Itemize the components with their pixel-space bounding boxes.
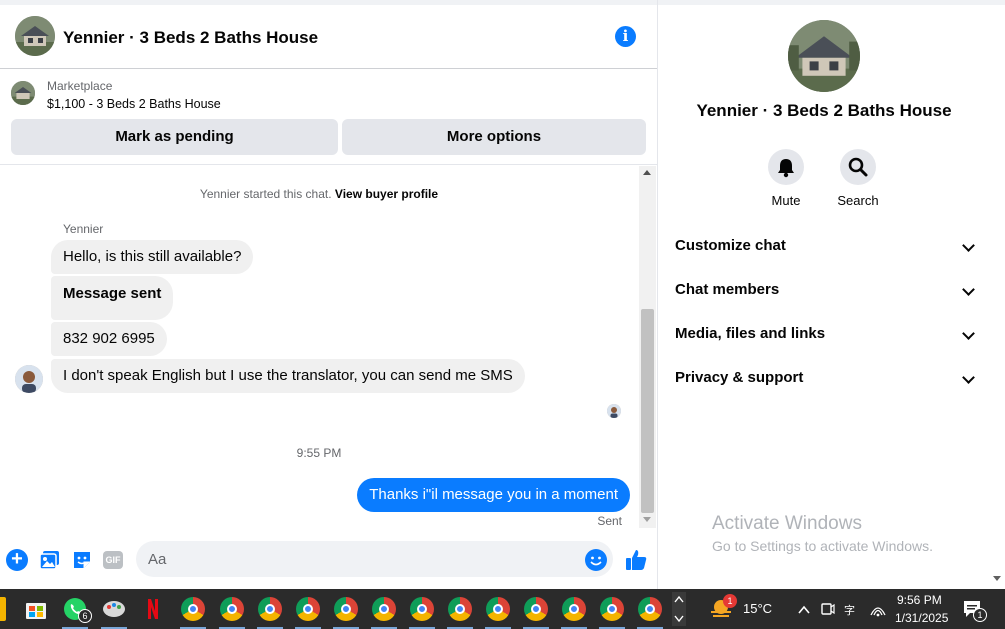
sender-avatar[interactable]: [15, 365, 43, 393]
thumbs-up-icon[interactable]: [624, 548, 648, 572]
whatsapp-icon[interactable]: 6: [63, 597, 92, 623]
message-bubble[interactable]: Hello, is this still available?: [51, 240, 254, 274]
meet-icon[interactable]: [820, 597, 836, 621]
message-bubble[interactable]: I don't speak English but I use the tran…: [51, 359, 525, 393]
message-list: Yennier started this chat. View buyer pr…: [0, 166, 638, 534]
taskbar-scroll[interactable]: [672, 592, 686, 626]
activate-windows-subtitle: Go to Settings to activate Windows.: [712, 538, 933, 554]
listing-title[interactable]: $1,100 - 3 Beds 2 Baths House: [47, 97, 221, 111]
time-separator: 9:55 PM: [296, 446, 342, 460]
scroll-thumb[interactable]: [641, 309, 654, 513]
netflix-icon[interactable]: [141, 597, 165, 621]
chrome-icon[interactable]: [410, 597, 434, 621]
chevron-down-icon: [962, 239, 975, 252]
weather-badge: 1: [723, 594, 737, 608]
page-scrollbar[interactable]: [989, 5, 1005, 589]
scroll-down-arrow-icon[interactable]: [643, 517, 651, 522]
whatsapp-badge: 6: [78, 609, 92, 623]
message-composer: + GIF: [0, 537, 657, 585]
chrome-icon[interactable]: [600, 597, 624, 621]
activate-windows-title: Activate Windows: [712, 513, 862, 534]
scroll-down-arrow-icon[interactable]: [993, 576, 1001, 581]
listing-thumbnail[interactable]: [11, 81, 35, 105]
read-receipt-avatar: [607, 404, 621, 418]
section-privacy-support[interactable]: Privacy & support: [675, 369, 975, 393]
info-icon[interactable]: i: [615, 26, 636, 47]
section-label: Privacy & support: [675, 369, 804, 386]
svg-text:字: 字: [844, 603, 855, 617]
search-label: Search: [837, 193, 879, 208]
message-bubble[interactable]: 832 902 6995: [51, 322, 167, 356]
screen: Yennier · 3 Beds 2 Baths House i Marketp…: [0, 0, 1005, 629]
profile-title: Yennier · 3 Beds 2 Baths House: [696, 101, 952, 120]
chrome-icon[interactable]: [258, 597, 282, 621]
section-customize-chat[interactable]: Customize chat: [675, 237, 975, 261]
mute-action[interactable]: Mute: [754, 149, 818, 208]
chrome-icon[interactable]: [562, 597, 586, 621]
chevron-down-icon: [962, 327, 975, 340]
my-message-bubble[interactable]: Thanks i"il message you in a moment: [357, 478, 630, 512]
chevron-up-icon[interactable]: [796, 597, 812, 621]
chrome-icon[interactable]: [524, 597, 548, 621]
started-text: Yennier started this chat.: [199, 187, 332, 201]
view-buyer-profile-link[interactable]: View buyer profile: [335, 187, 438, 201]
chat-title[interactable]: Yennier · 3 Beds 2 Baths House: [63, 28, 318, 48]
message-scrollbar[interactable]: [639, 166, 656, 528]
section-label: Customize chat: [675, 237, 786, 254]
plus-icon[interactable]: +: [6, 549, 28, 571]
chrome-icon[interactable]: [372, 597, 396, 621]
chrome-icon[interactable]: [448, 597, 472, 621]
chevron-down-icon: [962, 371, 975, 384]
chat-info-panel: Yennier · 3 Beds 2 Baths House Mute Sear…: [659, 5, 989, 589]
paint-icon[interactable]: [102, 597, 126, 621]
windows-taskbar: 6 1 15°C 字 9:56 PM 1/31/2025 1: [0, 589, 1005, 629]
store-icon[interactable]: [24, 597, 48, 621]
profile-avatar[interactable]: [788, 20, 860, 92]
marketplace-label: Marketplace: [47, 79, 113, 93]
scroll-up-arrow-icon[interactable]: [643, 170, 651, 175]
chat-panel: Yennier · 3 Beds 2 Baths House i Marketp…: [0, 0, 658, 589]
chrome-icon[interactable]: [296, 597, 320, 621]
chat-header: Yennier · 3 Beds 2 Baths House i: [0, 5, 657, 69]
message-input[interactable]: [136, 541, 613, 577]
chrome-icon[interactable]: [638, 597, 662, 621]
clock-time[interactable]: 9:56 PM: [897, 593, 942, 607]
search-icon[interactable]: [840, 149, 876, 185]
search-action[interactable]: Search: [826, 149, 890, 208]
clock-date[interactable]: 1/31/2025: [895, 611, 948, 625]
chat-started-notice: Yennier started this chat. View buyer pr…: [0, 187, 638, 201]
listing-avatar[interactable]: [15, 16, 55, 56]
emoji-icon[interactable]: [585, 549, 607, 571]
section-label: Chat members: [675, 281, 780, 298]
chrome-icon[interactable]: [220, 597, 244, 621]
chrome-icon[interactable]: [334, 597, 358, 621]
notification-icon[interactable]: 1: [961, 597, 987, 622]
chrome-icon[interactable]: [181, 597, 205, 621]
sticker-icon[interactable]: [71, 549, 93, 571]
section-media-files-links[interactable]: Media, files and links: [675, 325, 975, 349]
wifi-icon[interactable]: [869, 597, 887, 621]
mark-as-pending-button[interactable]: Mark as pending: [11, 119, 338, 155]
photo-icon[interactable]: [39, 549, 61, 571]
gif-icon[interactable]: GIF: [103, 551, 123, 569]
chrome-icon[interactable]: [486, 597, 510, 621]
file-explorer-icon[interactable]: [0, 597, 6, 621]
weather-icon[interactable]: 1: [709, 594, 737, 621]
section-label: Media, files and links: [675, 325, 826, 342]
message-bubble[interactable]: Message sent: [51, 276, 174, 320]
language-icon[interactable]: 字: [843, 597, 861, 621]
temperature[interactable]: 15°C: [743, 601, 772, 616]
section-chat-members[interactable]: Chat members: [675, 281, 975, 305]
message-status: Sent: [597, 514, 622, 528]
mute-label: Mute: [771, 193, 801, 208]
more-options-button[interactable]: More options: [342, 119, 646, 155]
bell-icon[interactable]: [768, 149, 804, 185]
marketplace-listing: Marketplace $1,100 - 3 Beds 2 Baths Hous…: [0, 70, 657, 165]
notification-badge: 1: [973, 608, 987, 622]
chevron-down-icon: [962, 283, 975, 296]
sender-name: Yennier: [63, 222, 104, 236]
